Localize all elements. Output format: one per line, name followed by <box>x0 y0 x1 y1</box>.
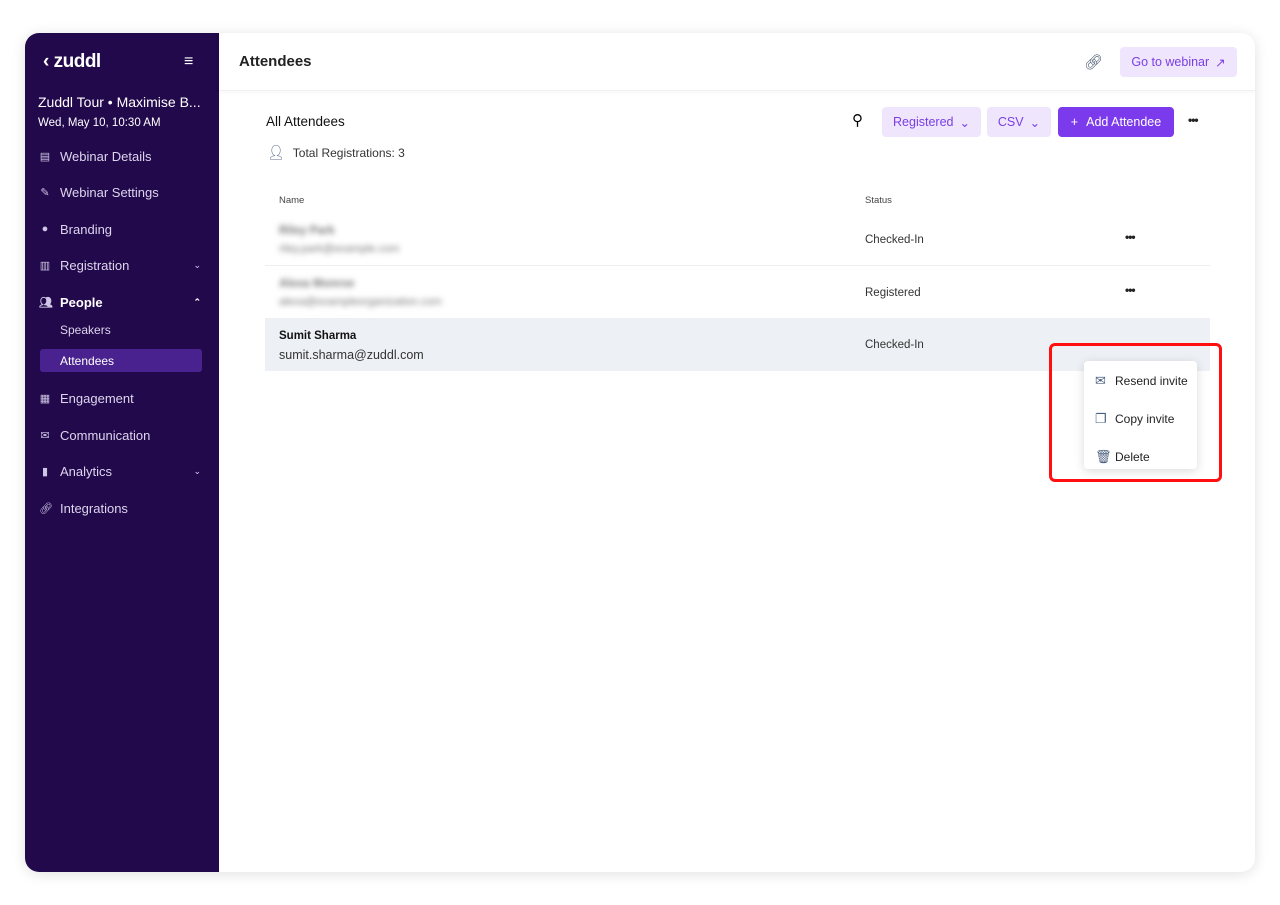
label: CSV <box>997 115 1024 129</box>
column-header-name: Name <box>279 195 305 206</box>
attendee-email: alexa@exampleorganization.com <box>279 296 442 308</box>
event-title: Zuddl Tour • Maximise B... <box>38 94 201 110</box>
label: Total Registrations: 3 <box>292 145 405 160</box>
sidebar: ‹ zuddl ≡ Zuddl Tour • Maximise B... Wed… <box>25 33 219 872</box>
label: Registered <box>893 115 954 129</box>
sidebar-subitem-attendees[interactable]: Attendees <box>40 349 202 372</box>
attendee-status: Registered <box>865 287 921 299</box>
wand-icon: ✎ <box>40 186 50 199</box>
table-row[interactable]: Alexa Monroe alexa@exampleorganization.c… <box>265 267 1210 319</box>
plus-icon: + <box>1070 115 1079 129</box>
palette-icon: ● <box>41 223 49 235</box>
app-window: ‹ zuddl ≡ Zuddl Tour • Maximise B... Wed… <box>25 33 1255 872</box>
grid-icon: ▦ <box>39 392 51 405</box>
label: Communication <box>60 427 151 443</box>
row-more-icon[interactable]: ••• <box>1125 283 1136 297</box>
back-logo[interactable]: ‹ zuddl <box>43 51 101 73</box>
label: Add Attendee <box>1086 115 1162 129</box>
attendee-name: Riley Park <box>279 225 335 237</box>
sidebar-item-webinar-settings[interactable]: ✎ Webinar Settings <box>25 178 219 206</box>
go-to-webinar-button[interactable]: Go to webinar ↗ <box>1120 47 1237 77</box>
copy-link-icon[interactable]: 🔗︎ <box>1084 53 1103 71</box>
details-icon: ▤ <box>39 150 51 163</box>
sidebar-item-webinar-details[interactable]: ▤ Webinar Details <box>25 142 219 170</box>
section-title: All Attendees <box>266 114 345 129</box>
label: Webinar Details <box>60 148 152 164</box>
total-registrations: 👤︎ Total Registrations: 3 <box>267 144 405 161</box>
row-more-icon[interactable]: ••• <box>1125 230 1136 244</box>
more-options-icon[interactable]: ••• <box>1188 113 1199 127</box>
chevron-down-icon: ⌄ <box>193 259 201 270</box>
label: People <box>60 294 103 310</box>
table-row[interactable]: Riley Park riley.park@example.com Checke… <box>265 214 1210 266</box>
search-icon[interactable]: ⚲ <box>852 111 863 129</box>
sidebar-item-people[interactable]: 👥︎ People ⌃ <box>25 288 219 316</box>
attendee-name: Alexa Monroe <box>279 278 355 290</box>
attendee-status: Checked-In <box>865 234 924 246</box>
label: Engagement <box>60 390 134 406</box>
logo: zuddl <box>53 51 102 72</box>
sidebar-item-engagement[interactable]: ▦ Engagement <box>25 384 219 412</box>
attendee-email: sumit.sharma@zuddl.com <box>279 348 424 362</box>
sidebar-item-registration[interactable]: ▥ Registration ⌄ <box>25 251 219 279</box>
link-icon: 🔗︎ <box>39 502 53 515</box>
attendee-email: riley.park@example.com <box>279 243 400 255</box>
person-icon: 👤︎ <box>267 144 285 160</box>
add-attendee-button[interactable]: + Add Attendee <box>1058 107 1174 137</box>
chevron-up-icon: ⌃ <box>193 296 201 307</box>
people-icon: 👥︎ <box>39 296 53 309</box>
column-header-status: Status <box>865 195 892 206</box>
sidebar-item-analytics[interactable]: ▮ Analytics ⌄ <box>25 457 219 485</box>
csv-dropdown[interactable]: CSV ⌄ <box>987 107 1051 137</box>
sidebar-item-integrations[interactable]: 🔗︎ Integrations <box>25 494 219 522</box>
event-date: Wed, May 10, 10:30 AM <box>38 117 161 129</box>
hamburger-icon[interactable]: ≡ <box>184 53 193 71</box>
highlight-annotation <box>1049 343 1222 482</box>
mail-icon: ✉ <box>40 429 50 442</box>
arrow-up-right-icon: ↗ <box>1215 55 1226 70</box>
document-icon: ▥ <box>39 259 51 272</box>
chevron-down-icon: ⌄ <box>1029 115 1041 130</box>
attendee-status: Checked-In <box>865 339 924 351</box>
label: Webinar Settings <box>60 184 159 200</box>
sidebar-item-communication[interactable]: ✉ Communication <box>25 421 219 449</box>
label: Branding <box>60 221 113 237</box>
label: Registration <box>60 257 130 273</box>
attendee-name: Sumit Sharma <box>279 330 357 342</box>
label: Integrations <box>60 500 128 516</box>
sidebar-item-branding[interactable]: ● Branding <box>25 215 219 243</box>
label: Analytics <box>60 463 113 479</box>
chevron-down-icon: ⌄ <box>193 465 201 476</box>
chevron-down-icon: ⌄ <box>959 115 970 130</box>
sidebar-subitem-speakers[interactable]: Speakers <box>40 318 202 341</box>
label: Go to webinar <box>1131 55 1210 69</box>
status-filter-dropdown[interactable]: Registered ⌄ <box>882 107 981 137</box>
bar-chart-icon: ▮ <box>41 465 49 478</box>
page-title: Attendees <box>239 53 312 70</box>
